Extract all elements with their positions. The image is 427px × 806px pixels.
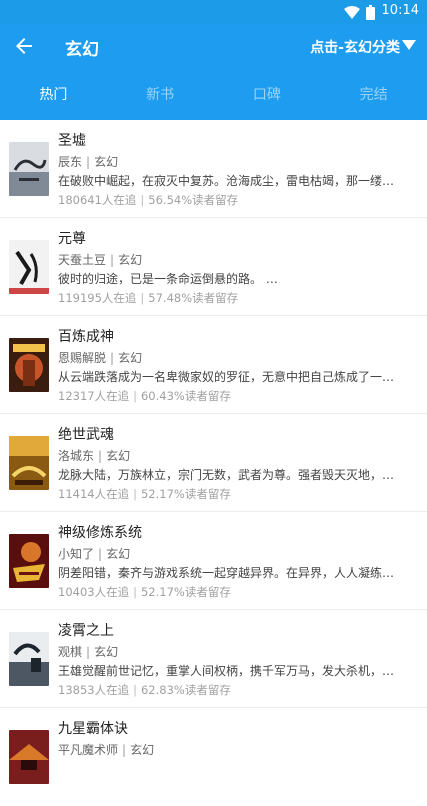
book-title: 九星霸体诀 (58, 721, 128, 737)
arrow-left-icon (12, 38, 36, 62)
battery-icon (366, 5, 375, 24)
book-retention: 52.17%读者留存 (140, 487, 231, 501)
book-author: 辰东 (58, 155, 83, 169)
book-genre: 玄幻 (106, 547, 131, 561)
book-description: 彼时的归途，已是一条命运倒悬的路。 … (58, 272, 278, 286)
book-retention: 60.43%读者留存 (140, 389, 231, 403)
page-title: 玄幻 (65, 40, 99, 60)
book-cover (9, 730, 49, 784)
book-item[interactable]: 神级修炼系统 小知了 | 玄幻 阴差阳错，秦齐与游戏系统一起穿越异界。在异界，人人凝… (0, 512, 427, 610)
caret-down-icon (402, 39, 416, 55)
book-description: 阴差阳错，秦齐与游戏系统一起穿越异界。在异界，人人凝练… (58, 566, 395, 580)
book-genre: 玄幻 (94, 155, 119, 169)
book-cover (9, 338, 49, 392)
book-item[interactable]: 九星霸体诀 平凡魔术师 | 玄幻 (0, 708, 427, 806)
tab-bar: 热门 新书 口碑 完结 (0, 70, 427, 120)
book-followers: 10403人在追 (58, 585, 130, 599)
book-item[interactable]: 百炼成神 恩赐解脱 | 玄幻 从云端跌落成为一名卑微家奴的罗征，无意中把自己炼成了一… (0, 316, 427, 414)
status-bar: 10:14 (0, 0, 427, 24)
book-item[interactable]: 圣墟 辰东 | 玄幻 在破败中崛起，在寂灭中复苏。沧海成尘，雷电枯竭，那一缕… 18… (0, 120, 427, 218)
book-genre: 玄幻 (118, 253, 143, 267)
status-time: 10:14 (381, 3, 419, 18)
book-followers: 119195人在追 (58, 291, 137, 305)
book-followers: 12317人在追 (58, 389, 130, 403)
book-genre: 玄幻 (106, 449, 131, 463)
book-author: 天蚕土豆 (58, 253, 107, 267)
book-item[interactable]: 元尊 天蚕土豆 | 玄幻 彼时的归途，已是一条命运倒悬的路。 … 119195人在追… (0, 218, 427, 316)
book-retention: 56.54%读者留存 (148, 193, 239, 207)
tab-completed[interactable]: 完结 (320, 70, 427, 120)
book-genre: 玄幻 (118, 351, 143, 365)
app-bar: 玄幻 点击-玄幻分类 (0, 24, 427, 70)
book-title: 凌霄之上 (58, 623, 114, 639)
book-title: 神级修炼系统 (58, 525, 142, 541)
book-cover (9, 142, 49, 196)
wifi-icon (344, 5, 360, 24)
book-genre: 玄幻 (94, 645, 119, 659)
book-description: 在破败中崛起，在寂灭中复苏。沧海成尘，雷电枯竭，那一缕… (58, 174, 395, 188)
book-followers: 180641人在追 (58, 193, 137, 207)
book-followers: 11414人在追 (58, 487, 130, 501)
book-description: 龙脉大陆，万族林立，宗门无数，武者为尊。强者毁天灭地，… (58, 468, 395, 482)
book-author: 恩赐解脱 (58, 351, 107, 365)
tab-new[interactable]: 新书 (107, 70, 214, 120)
book-item[interactable]: 凌霄之上 观棋 | 玄幻 王雄觉醒前世记忆，重掌人间权柄，携千军万马，发大杀机，… … (0, 610, 427, 708)
tab-reputation[interactable]: 口碑 (214, 70, 321, 120)
book-genre: 玄幻 (130, 743, 155, 757)
book-retention: 52.17%读者留存 (140, 585, 231, 599)
book-followers: 13853人在追 (58, 683, 130, 697)
book-cover (9, 240, 49, 294)
book-author: 观棋 (58, 645, 83, 659)
category-button[interactable]: 点击-玄幻分类 (310, 37, 416, 57)
book-author: 洛城东 (58, 449, 95, 463)
book-cover (9, 632, 49, 686)
back-button[interactable] (12, 34, 40, 60)
book-retention: 57.48%读者留存 (148, 291, 239, 305)
category-button-label: 点击-玄幻分类 (310, 40, 400, 56)
book-title: 百炼成神 (58, 329, 114, 345)
book-author: 平凡魔术师 (58, 743, 119, 757)
book-title: 圣墟 (58, 133, 86, 149)
book-title: 绝世武魂 (58, 427, 114, 443)
book-title: 元尊 (58, 231, 86, 247)
book-author: 小知了 (58, 547, 95, 561)
book-cover (9, 436, 49, 490)
book-retention: 62.83%读者留存 (140, 683, 231, 697)
book-item[interactable]: 绝世武魂 洛城东 | 玄幻 龙脉大陆，万族林立，宗门无数，武者为尊。强者毁天灭地，…… (0, 414, 427, 512)
book-list: 圣墟 辰东 | 玄幻 在破败中崛起，在寂灭中复苏。沧海成尘，雷电枯竭，那一缕… 18… (0, 120, 427, 806)
book-cover (9, 534, 49, 588)
book-description: 从云端跌落成为一名卑微家奴的罗征，无意中把自己炼成了一… (58, 370, 395, 384)
book-description: 王雄觉醒前世记忆，重掌人间权柄，携千军万马，发大杀机，… (58, 664, 395, 678)
tab-hot[interactable]: 热门 (0, 70, 107, 120)
